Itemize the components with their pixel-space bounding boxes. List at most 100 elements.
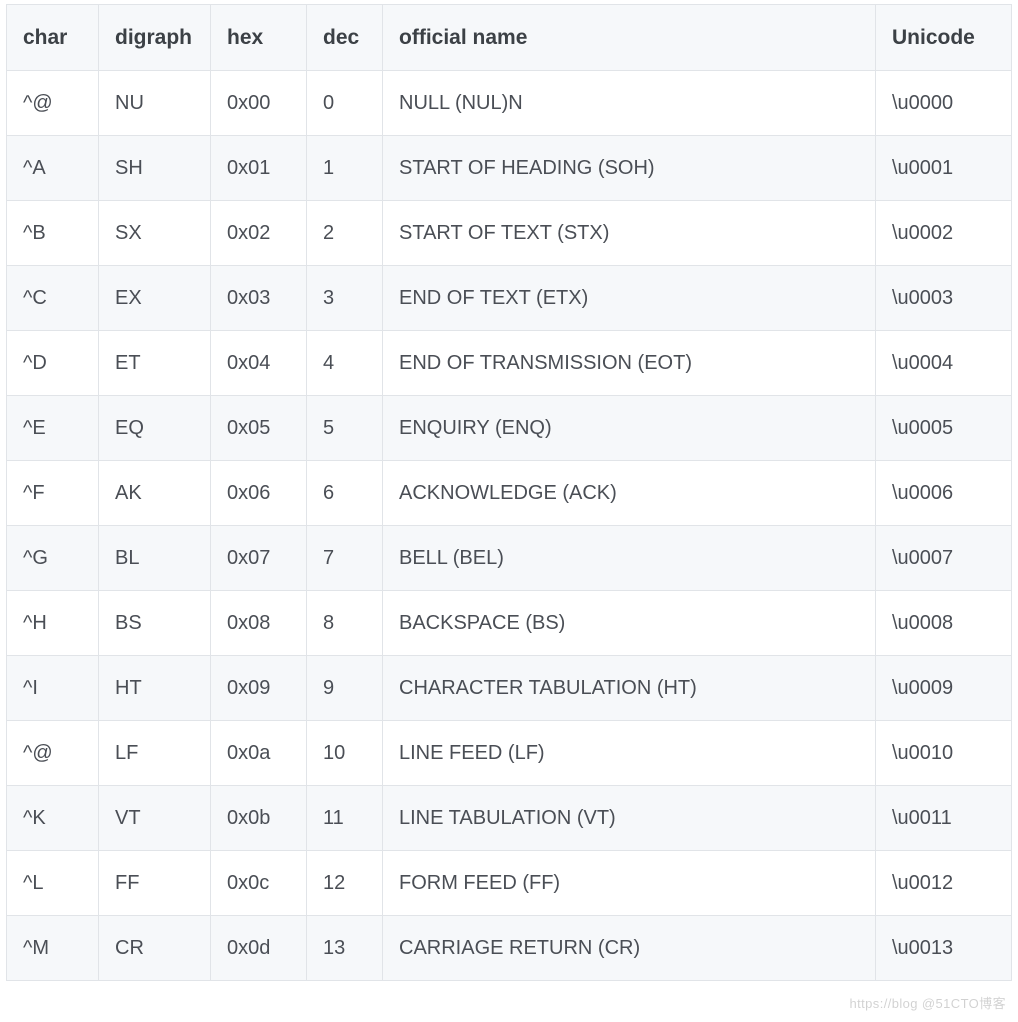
table-row: ^M CR 0x0d 13 CARRIAGE RETURN (CR) \u001… [7, 916, 1012, 981]
cell-hex: 0x0b [211, 786, 307, 851]
cell-char: ^K [7, 786, 99, 851]
cell-name: ACKNOWLEDGE (ACK) [383, 461, 876, 526]
cell-hex: 0x04 [211, 331, 307, 396]
table-head: char digraph hex dec official name Unico… [7, 5, 1012, 71]
cell-unicode: \u0006 [876, 461, 1012, 526]
col-header-char: char [7, 5, 99, 71]
table-row: ^B SX 0x02 2 START OF TEXT (STX) \u0002 [7, 201, 1012, 266]
cell-digraph: SH [99, 136, 211, 201]
cell-unicode: \u0003 [876, 266, 1012, 331]
cell-dec: 10 [307, 721, 383, 786]
cell-dec: 13 [307, 916, 383, 981]
cell-hex: 0x00 [211, 71, 307, 136]
cell-digraph: VT [99, 786, 211, 851]
cell-char: ^C [7, 266, 99, 331]
cell-name: BELL (BEL) [383, 526, 876, 591]
cell-hex: 0x08 [211, 591, 307, 656]
cell-char: ^I [7, 656, 99, 721]
table-row: ^G BL 0x07 7 BELL (BEL) \u0007 [7, 526, 1012, 591]
ascii-digraph-table: char digraph hex dec official name Unico… [6, 4, 1012, 981]
cell-hex: 0x0d [211, 916, 307, 981]
col-header-hex: hex [211, 5, 307, 71]
cell-dec: 4 [307, 331, 383, 396]
table-row: ^A SH 0x01 1 START OF HEADING (SOH) \u00… [7, 136, 1012, 201]
col-header-digraph: digraph [99, 5, 211, 71]
cell-name: NULL (NUL)N [383, 71, 876, 136]
cell-char: ^@ [7, 71, 99, 136]
cell-unicode: \u0002 [876, 201, 1012, 266]
cell-hex: 0x02 [211, 201, 307, 266]
table-row: ^K VT 0x0b 11 LINE TABULATION (VT) \u001… [7, 786, 1012, 851]
cell-dec: 1 [307, 136, 383, 201]
table-row: ^L FF 0x0c 12 FORM FEED (FF) \u0012 [7, 851, 1012, 916]
table-row: ^F AK 0x06 6 ACKNOWLEDGE (ACK) \u0006 [7, 461, 1012, 526]
table-body: ^@ NU 0x00 0 NULL (NUL)N \u0000 ^A SH 0x… [7, 71, 1012, 981]
cell-hex: 0x0c [211, 851, 307, 916]
cell-digraph: BL [99, 526, 211, 591]
cell-char: ^D [7, 331, 99, 396]
cell-digraph: SX [99, 201, 211, 266]
cell-unicode: \u0009 [876, 656, 1012, 721]
cell-digraph: EQ [99, 396, 211, 461]
cell-unicode: \u0005 [876, 396, 1012, 461]
cell-dec: 2 [307, 201, 383, 266]
cell-hex: 0x03 [211, 266, 307, 331]
cell-unicode: \u0010 [876, 721, 1012, 786]
cell-digraph: CR [99, 916, 211, 981]
cell-dec: 3 [307, 266, 383, 331]
cell-digraph: BS [99, 591, 211, 656]
col-header-name: official name [383, 5, 876, 71]
table-row: ^C EX 0x03 3 END OF TEXT (ETX) \u0003 [7, 266, 1012, 331]
header-row: char digraph hex dec official name Unico… [7, 5, 1012, 71]
cell-name: CARRIAGE RETURN (CR) [383, 916, 876, 981]
cell-dec: 5 [307, 396, 383, 461]
col-header-dec: dec [307, 5, 383, 71]
cell-unicode: \u0007 [876, 526, 1012, 591]
cell-dec: 7 [307, 526, 383, 591]
cell-digraph: NU [99, 71, 211, 136]
cell-digraph: HT [99, 656, 211, 721]
cell-char: ^@ [7, 721, 99, 786]
cell-digraph: LF [99, 721, 211, 786]
cell-name: START OF HEADING (SOH) [383, 136, 876, 201]
cell-unicode: \u0011 [876, 786, 1012, 851]
cell-dec: 6 [307, 461, 383, 526]
table-row: ^D ET 0x04 4 END OF TRANSMISSION (EOT) \… [7, 331, 1012, 396]
col-header-unicode: Unicode [876, 5, 1012, 71]
cell-unicode: \u0004 [876, 331, 1012, 396]
cell-char: ^E [7, 396, 99, 461]
cell-hex: 0x05 [211, 396, 307, 461]
cell-digraph: EX [99, 266, 211, 331]
cell-dec: 8 [307, 591, 383, 656]
cell-digraph: ET [99, 331, 211, 396]
cell-digraph: AK [99, 461, 211, 526]
table-row: ^@ NU 0x00 0 NULL (NUL)N \u0000 [7, 71, 1012, 136]
cell-name: CHARACTER TABULATION (HT) [383, 656, 876, 721]
cell-name: LINE TABULATION (VT) [383, 786, 876, 851]
cell-hex: 0x0a [211, 721, 307, 786]
cell-dec: 9 [307, 656, 383, 721]
cell-unicode: \u0001 [876, 136, 1012, 201]
cell-char: ^A [7, 136, 99, 201]
cell-name: FORM FEED (FF) [383, 851, 876, 916]
cell-hex: 0x01 [211, 136, 307, 201]
cell-name: END OF TEXT (ETX) [383, 266, 876, 331]
cell-name: LINE FEED (LF) [383, 721, 876, 786]
table-row: ^E EQ 0x05 5 ENQUIRY (ENQ) \u0005 [7, 396, 1012, 461]
cell-char: ^F [7, 461, 99, 526]
watermark-text: https://blog @51CTO博客 [850, 993, 1006, 1012]
cell-dec: 11 [307, 786, 383, 851]
cell-char: ^L [7, 851, 99, 916]
cell-name: BACKSPACE (BS) [383, 591, 876, 656]
cell-unicode: \u0008 [876, 591, 1012, 656]
cell-hex: 0x07 [211, 526, 307, 591]
cell-name: ENQUIRY (ENQ) [383, 396, 876, 461]
cell-unicode: \u0000 [876, 71, 1012, 136]
table-row: ^H BS 0x08 8 BACKSPACE (BS) \u0008 [7, 591, 1012, 656]
cell-char: ^H [7, 591, 99, 656]
cell-unicode: \u0013 [876, 916, 1012, 981]
cell-name: START OF TEXT (STX) [383, 201, 876, 266]
cell-unicode: \u0012 [876, 851, 1012, 916]
cell-char: ^B [7, 201, 99, 266]
table-row: ^I HT 0x09 9 CHARACTER TABULATION (HT) \… [7, 656, 1012, 721]
